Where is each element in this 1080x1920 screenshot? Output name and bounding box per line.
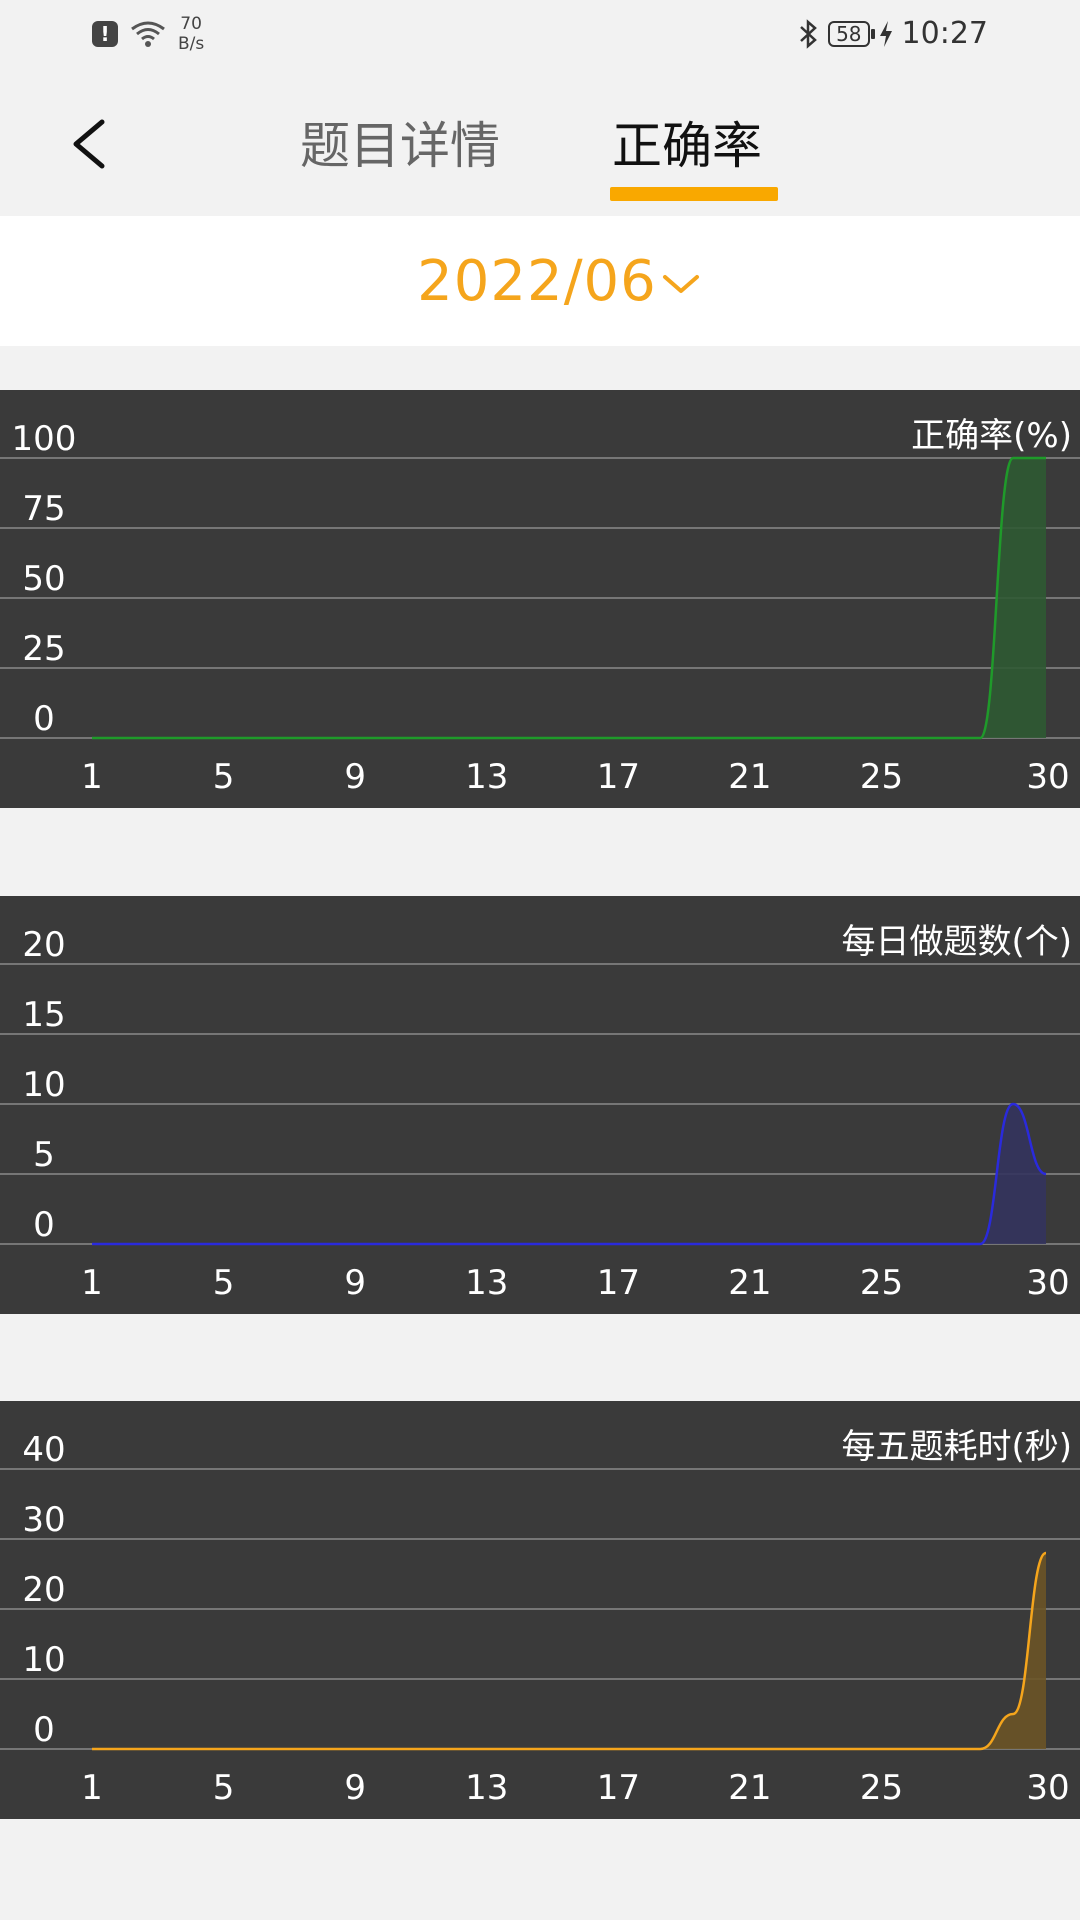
x-tick-label: 9 — [344, 1263, 366, 1303]
y-tick-label: 20 — [22, 1570, 65, 1610]
clock: 10:27 — [901, 16, 988, 51]
chart-time-per-five: 0 10 20 30 40 1 5 9 13 17 21 25 30 每五题耗时(秒) — [0, 1401, 1080, 1819]
y-tick-label: 0 — [33, 699, 55, 739]
chevron-down-icon — [662, 275, 699, 293]
x-tick-label: 13 — [465, 757, 508, 797]
y-tick-label: 25 — [22, 629, 65, 669]
net-speed-unit: B/s — [178, 34, 205, 54]
x-tick-label: 30 — [1026, 1768, 1069, 1808]
tab-question-detail[interactable]: 题目详情 — [300, 116, 500, 176]
wifi-icon — [131, 21, 165, 47]
y-tick-label: 100 — [12, 419, 77, 459]
chevron-left-icon — [73, 119, 105, 169]
x-tick-label: 25 — [860, 1768, 903, 1808]
y-tick-label: 5 — [33, 1135, 55, 1175]
x-tick-label: 1 — [81, 757, 103, 797]
y-tick-label: 75 — [22, 489, 65, 529]
y-tick-label: 30 — [22, 1500, 65, 1540]
charging-icon — [879, 20, 892, 47]
x-tick-label: 1 — [81, 1263, 103, 1303]
x-tick-label: 21 — [728, 1768, 771, 1808]
x-tick-label: 5 — [213, 1263, 235, 1303]
header: 题目详情 正确率 — [0, 72, 1080, 216]
x-tick-label: 9 — [344, 1768, 366, 1808]
y-tick-label: 10 — [22, 1640, 65, 1680]
status-right: 58 10:27 — [798, 16, 988, 51]
y-tick-label: 0 — [33, 1205, 55, 1245]
tab-accuracy[interactable]: 正确率 — [612, 116, 762, 176]
y-tick-label: 20 — [22, 925, 65, 965]
y-tick-label: 50 — [22, 559, 65, 599]
x-tick-label: 9 — [344, 757, 366, 797]
status-bar: ! 70 B/s 58 10:27 — [0, 0, 1080, 72]
y-tick-label: 40 — [22, 1430, 65, 1470]
x-tick-label: 1 — [81, 1768, 103, 1808]
status-left: ! 70 B/s — [92, 14, 204, 54]
chart-daily-count: 0 5 10 15 20 1 5 9 13 17 21 25 30 每日做题数(个) — [0, 896, 1080, 1314]
bluetooth-icon — [800, 18, 817, 49]
chart-time-per-five-title: 每五题耗时(秒) — [841, 1427, 1072, 1467]
x-tick-label: 21 — [728, 1263, 771, 1303]
x-tick-label: 13 — [465, 1263, 508, 1303]
y-tick-label: 15 — [22, 995, 65, 1035]
x-tick-label: 17 — [597, 1768, 640, 1808]
x-tick-label: 13 — [465, 1768, 508, 1808]
chart-accuracy-title: 正确率(%) — [911, 416, 1072, 456]
x-tick-label: 25 — [860, 1263, 903, 1303]
net-speed-value: 70 — [180, 14, 202, 34]
back-button[interactable] — [66, 116, 116, 172]
net-speed: 70 B/s — [178, 14, 204, 54]
y-tick-label: 0 — [33, 1710, 55, 1750]
x-tick-label: 21 — [728, 757, 771, 797]
x-tick-label: 30 — [1026, 757, 1069, 797]
x-tick-label: 30 — [1026, 1263, 1069, 1303]
battery-indicator: 58 — [828, 20, 876, 47]
x-tick-label: 5 — [213, 757, 235, 797]
x-tick-label: 5 — [213, 1768, 235, 1808]
alert-icon: ! — [92, 21, 118, 47]
month-bar: 2022/06 — [0, 216, 1080, 346]
chart-accuracy: 0 25 50 75 100 1 5 9 13 17 21 25 30 正确率(%) — [0, 390, 1080, 808]
x-tick-label: 17 — [597, 1263, 640, 1303]
series-line — [92, 1551, 1047, 1751]
month-selector[interactable]: 2022/06 — [0, 216, 1080, 346]
tab-active-indicator — [610, 187, 778, 201]
x-tick-label: 25 — [860, 757, 903, 797]
x-tick-label: 17 — [597, 757, 640, 797]
y-tick-label: 10 — [22, 1065, 65, 1105]
series-area — [92, 1553, 1046, 1749]
month-value: 2022/06 — [417, 248, 657, 314]
chart-daily-count-title: 每日做题数(个) — [841, 922, 1072, 962]
